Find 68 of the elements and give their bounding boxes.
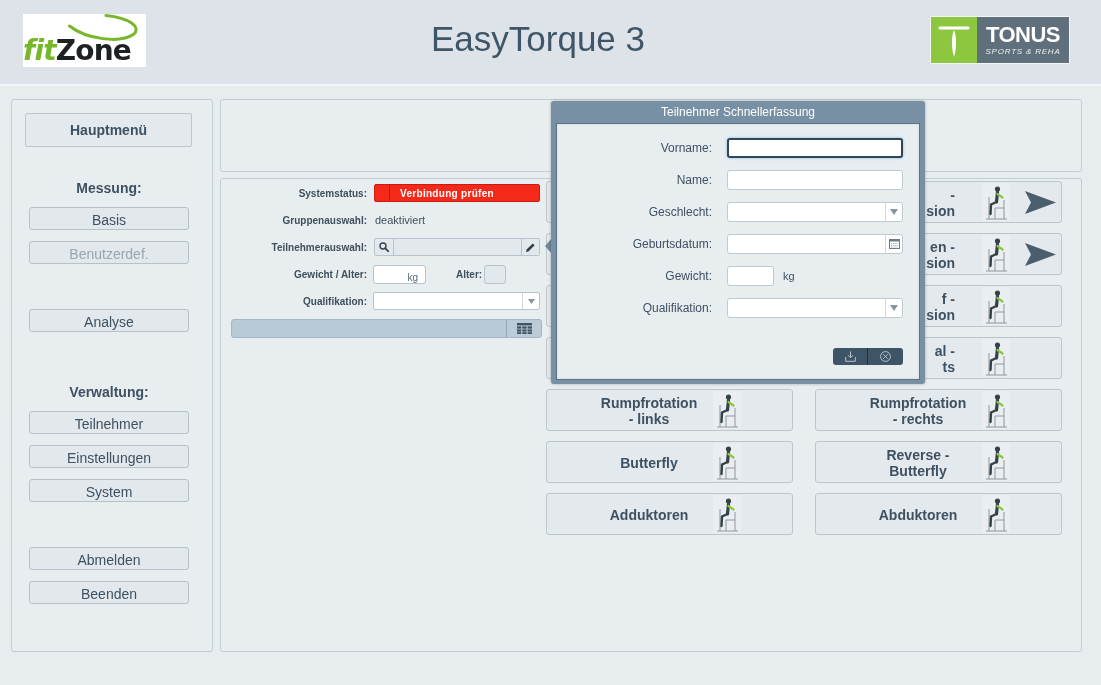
weight-input-field[interactable] <box>727 266 774 286</box>
search-icon <box>379 242 389 252</box>
sidebar-button[interactable]: Einstellungen <box>29 445 189 468</box>
person-on-machine-icon <box>982 495 1010 533</box>
download-icon <box>844 351 856 362</box>
logo-tagline: SPORTS & REHA <box>985 47 1061 56</box>
field-label: Gruppenauswahl: <box>282 214 367 226</box>
unit-label: kg <box>783 270 795 282</box>
person-on-machine-icon <box>982 443 1010 481</box>
field-label: Qualifikation: <box>303 295 367 307</box>
sidebar-button[interactable]: System <box>29 479 189 502</box>
field-label: Name: <box>676 173 712 187</box>
field-label: Gewicht: <box>665 269 712 283</box>
sidebar-button[interactable]: Teilnehmer <box>29 411 189 434</box>
section-heading: Verwaltung: <box>69 384 149 400</box>
field-label: Geburtsdatum: <box>632 237 712 251</box>
field-label: Teilnehmerauswahl: <box>271 241 367 253</box>
date-field[interactable] <box>727 234 903 254</box>
exercise-button[interactable]: Butterfly <box>546 441 793 483</box>
caret-icon <box>890 305 898 311</box>
cancel-icon <box>880 351 891 362</box>
exercise-button[interactable]: Rumpfrotation - links <box>546 389 793 431</box>
exercise-button[interactable]: Rumpfrotation - rechts <box>815 389 1062 431</box>
cancel-button[interactable] <box>868 348 903 365</box>
field-label: Alter: <box>456 269 483 280</box>
sidebar-button[interactable]: Abmelden <box>29 547 189 570</box>
table-view-button[interactable] <box>506 320 541 337</box>
logo-name: TONUS <box>985 24 1061 46</box>
person-on-machine-icon <box>713 495 741 533</box>
calendar-icon <box>888 239 900 249</box>
person-on-machine-icon <box>982 183 1010 221</box>
participant-search-field[interactable] <box>374 238 540 256</box>
dropdown-field[interactable] <box>373 292 540 310</box>
sidebar-button[interactable]: Beenden <box>29 581 189 604</box>
edit-button[interactable] <box>521 239 539 255</box>
section-heading: Messung: <box>76 180 142 196</box>
exercise-button[interactable]: Adduktoren <box>546 493 793 535</box>
caret-icon <box>527 298 535 304</box>
exercise-button[interactable]: Reverse - Butterfly <box>815 441 1062 483</box>
field-label: Gewicht / Alter: <box>294 269 367 280</box>
person-on-machine-icon <box>713 391 741 429</box>
age-field[interactable] <box>484 265 507 284</box>
weight-field[interactable]: kg <box>373 265 426 284</box>
save-button[interactable] <box>833 348 868 365</box>
caret-icon <box>890 209 898 215</box>
exercise-button[interactable]: Abduktoren <box>815 493 1062 535</box>
person-on-machine-icon <box>982 339 1010 377</box>
dropdown-field[interactable] <box>727 202 903 222</box>
connection-status-button[interactable]: Verbindung prüfen <box>374 184 540 202</box>
dialog-title: Teilnehmer Schnellerfassung <box>659 104 817 121</box>
field-label: Qualifikation: <box>642 301 712 315</box>
person-on-machine-icon <box>982 391 1010 429</box>
table-icon <box>516 323 532 334</box>
person-on-machine-icon <box>982 235 1010 273</box>
pencil-icon <box>525 241 536 253</box>
dropdown-field[interactable] <box>727 298 903 318</box>
sidebar-button[interactable]: Basis <box>29 207 189 230</box>
person-on-machine-icon <box>713 443 741 481</box>
field-value: deaktiviert <box>374 214 426 226</box>
logo-wordmark: fitZone <box>23 37 132 65</box>
field-label: Vorname: <box>660 141 712 155</box>
field-label: Systemstatus: <box>298 187 367 199</box>
text-input-field[interactable] <box>727 138 903 158</box>
field-label: Geschlecht: <box>648 205 712 219</box>
person-on-machine-icon <box>982 287 1010 325</box>
app-title: EasyTorque 3 <box>431 19 645 59</box>
main-menu-button[interactable]: Hauptmenü <box>25 113 192 147</box>
sidebar-button[interactable]: Analyse <box>29 309 189 332</box>
